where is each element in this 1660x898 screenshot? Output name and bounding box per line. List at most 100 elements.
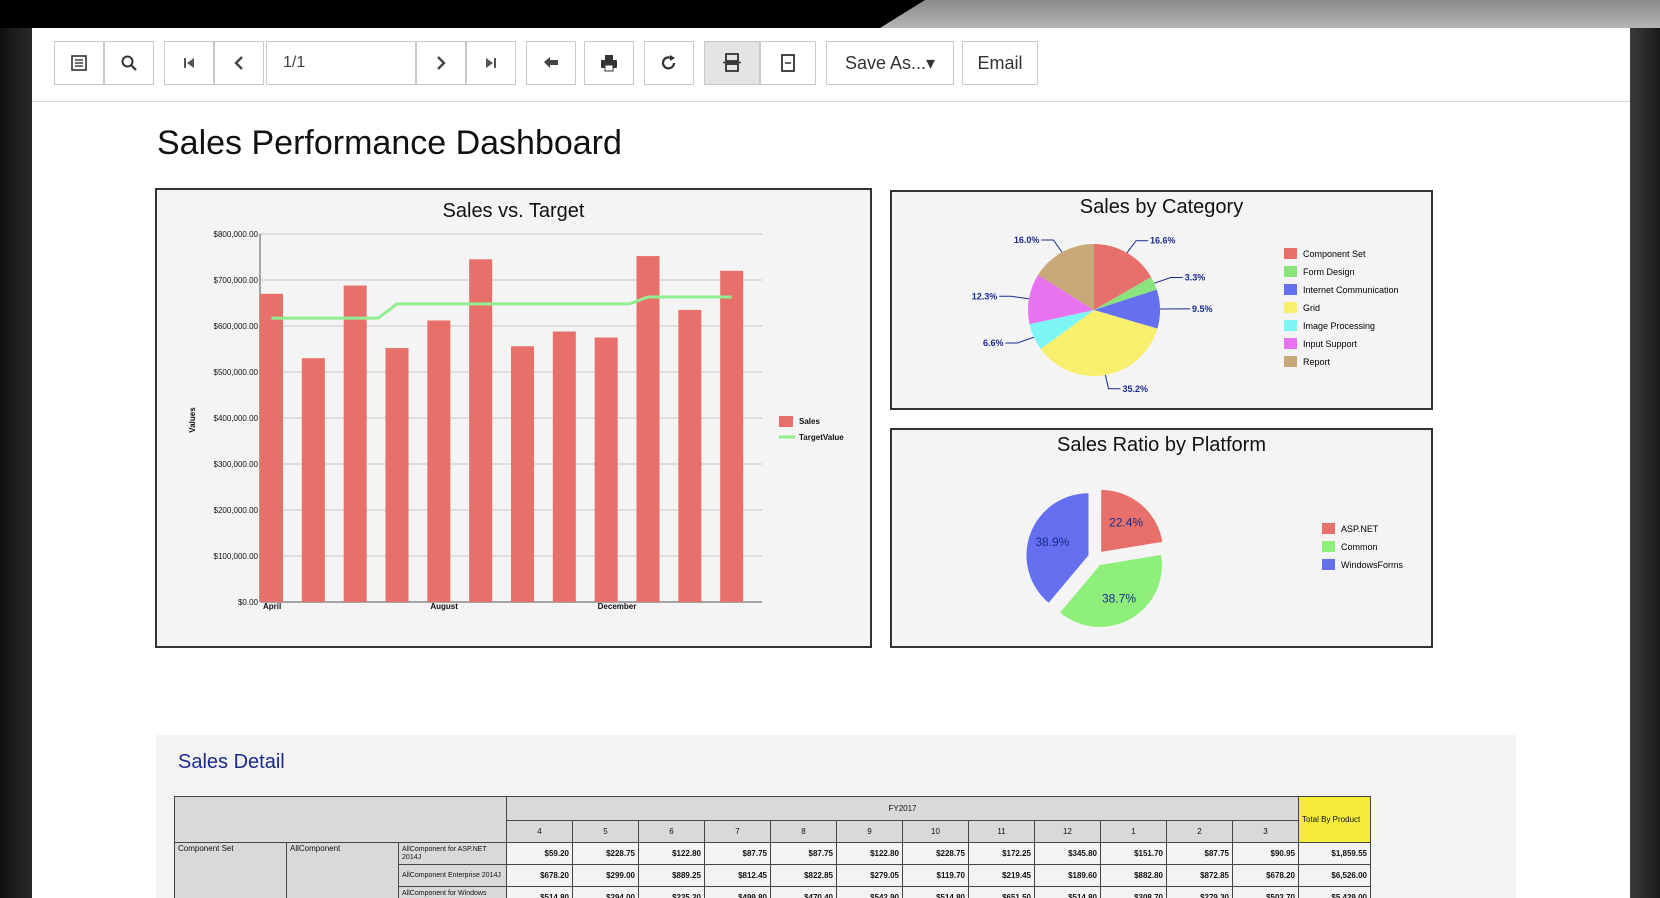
last-page-button[interactable] xyxy=(466,41,516,85)
window-top-dark-bar xyxy=(0,0,925,28)
email-label: Email xyxy=(977,52,1023,73)
list-icon xyxy=(71,55,87,71)
legend-label: Image Processing xyxy=(1303,321,1375,331)
sales-bar xyxy=(469,259,493,602)
first-page-icon xyxy=(184,58,194,68)
search-icon xyxy=(121,55,137,71)
corner-header xyxy=(174,796,507,843)
legend-swatch xyxy=(1284,248,1297,259)
value-cell: $279.30 xyxy=(1166,886,1233,898)
slice-label: 16.6% xyxy=(1150,236,1176,246)
value-cell: $889.25 xyxy=(638,864,705,887)
y-tick-label: $500,000.00 xyxy=(214,368,259,377)
sales-ratio-panel: Sales Ratio by Platform 22.4% 38.7% 38.9% A… xyxy=(890,428,1433,648)
slice-label: 16.0% xyxy=(1014,235,1040,245)
y-tick-label: $400,000.00 xyxy=(214,414,259,423)
value-cell: $151.70 xyxy=(1100,842,1167,865)
month-header-cell: 9 xyxy=(836,820,903,843)
x-tick-label: December xyxy=(598,602,637,611)
continuous-pages-icon xyxy=(723,53,741,72)
value-cell: $90.95 xyxy=(1232,842,1299,865)
value-cell: $172.25 xyxy=(968,842,1035,865)
legend-label: Grid xyxy=(1303,303,1320,313)
report-viewer: 1/1 Save As...▾ Email Sales Performance … xyxy=(32,28,1630,898)
value-cell: $872.85 xyxy=(1166,864,1233,887)
sales-detail-table: FY2017 Total By Product 4 5 6 7 8 9 10 11 12 1 2 3 … xyxy=(173,796,1371,898)
target-value-line xyxy=(271,295,732,320)
value-cell: $678.20 xyxy=(1232,864,1299,887)
slice-label: 12.3% xyxy=(972,291,998,301)
value-cell: $225.20 xyxy=(638,886,705,898)
y-tick-label: $100,000.00 xyxy=(214,552,259,561)
value-cell: $678.20 xyxy=(506,864,573,887)
save-as-button[interactable]: Save As...▾ xyxy=(826,41,954,85)
y-tick-label: $700,000.00 xyxy=(214,276,259,285)
sales-vs-target-panel: Sales vs. Target Values $800,000.00 $700,0… xyxy=(155,188,872,648)
x-tick-label: August xyxy=(430,602,458,611)
month-header-cell: 12 xyxy=(1034,820,1101,843)
toc-button[interactable] xyxy=(54,41,104,85)
slice-label: 22.4% xyxy=(1109,516,1143,530)
month-header-cell: 5 xyxy=(572,820,639,843)
legend-label: Common xyxy=(1341,542,1378,552)
leader-line xyxy=(1005,336,1035,344)
sales-bar xyxy=(552,331,576,602)
month-header-cell: 6 xyxy=(638,820,705,843)
value-cell: $822.85 xyxy=(770,864,837,887)
total-cell: $1,859.55 xyxy=(1298,842,1371,865)
value-cell: $294.00 xyxy=(572,886,639,898)
total-header: Total By Product xyxy=(1298,796,1371,843)
page-number-input[interactable]: 1/1 xyxy=(266,41,416,85)
legend-swatch xyxy=(1284,338,1297,349)
month-header-cell: 4 xyxy=(506,820,573,843)
legend-swatch xyxy=(1284,302,1297,313)
sales-detail-section: Sales Detail FY2017 Total By Product 456… xyxy=(156,735,1516,898)
value-cell: $87.75 xyxy=(1166,842,1233,865)
product-cell: AllComponent for ASP.NET 2014J xyxy=(398,842,507,865)
legend-label: Input Support xyxy=(1303,339,1358,349)
email-button[interactable]: Email xyxy=(962,41,1038,85)
legend-label: TargetValue xyxy=(799,433,844,442)
legend-swatch xyxy=(1322,559,1335,570)
value-cell: $514.80 xyxy=(902,886,969,898)
legend-swatch xyxy=(1322,523,1335,534)
save-as-label: Save As...▾ xyxy=(844,52,936,73)
single-page-view-button[interactable] xyxy=(760,41,816,85)
month-header-cell: 7 xyxy=(704,820,771,843)
value-cell: $87.75 xyxy=(770,842,837,865)
sales-bar xyxy=(301,358,325,602)
legend-label: Component Set xyxy=(1303,249,1366,259)
first-page-button[interactable] xyxy=(164,41,214,85)
value-cell: $882.80 xyxy=(1100,864,1167,887)
back-button[interactable] xyxy=(526,41,576,85)
value-cell: $228.75 xyxy=(572,842,639,865)
y-tick-label: $800,000.00 xyxy=(214,230,259,239)
continuous-view-button[interactable] xyxy=(704,41,760,85)
previous-page-button[interactable] xyxy=(214,41,264,85)
legend-label: Report xyxy=(1303,357,1331,367)
page-title: Sales Performance Dashboard xyxy=(157,124,622,162)
refresh-button[interactable] xyxy=(644,41,694,85)
sales-by-category-panel: Sales by Category 16.6% 3.3% 9.5% 35.2% 6.6%… xyxy=(890,190,1433,410)
value-cell: $87.75 xyxy=(704,842,771,865)
table-row: Component Set AllComponent AllComponent … xyxy=(173,842,1371,898)
value-cell: $499.80 xyxy=(704,886,771,898)
y-tick-label: $0.00 xyxy=(238,598,259,607)
back-arrow-icon xyxy=(544,57,558,68)
legend-swatch xyxy=(1284,356,1297,367)
window-top-grey-bar xyxy=(880,0,1660,28)
search-button[interactable] xyxy=(104,41,154,85)
sales-bar xyxy=(511,346,535,602)
slice-label: 6.6% xyxy=(983,338,1004,348)
sales-bar xyxy=(385,348,409,602)
value-cell: $228.75 xyxy=(902,842,969,865)
legend-label: Internet Communication xyxy=(1303,285,1399,295)
leader-line xyxy=(1104,374,1121,390)
single-page-icon xyxy=(781,54,795,72)
sales-by-category-chart: 16.6% 3.3% 9.5% 35.2% 6.6% 12.3% 16.0% Componen… xyxy=(972,235,1399,394)
value-cell: $308.70 xyxy=(1100,886,1167,898)
print-button[interactable] xyxy=(584,41,634,85)
legend-swatch xyxy=(1284,320,1297,331)
y-tick-label: $200,000.00 xyxy=(214,506,259,515)
next-page-button[interactable] xyxy=(416,41,466,85)
